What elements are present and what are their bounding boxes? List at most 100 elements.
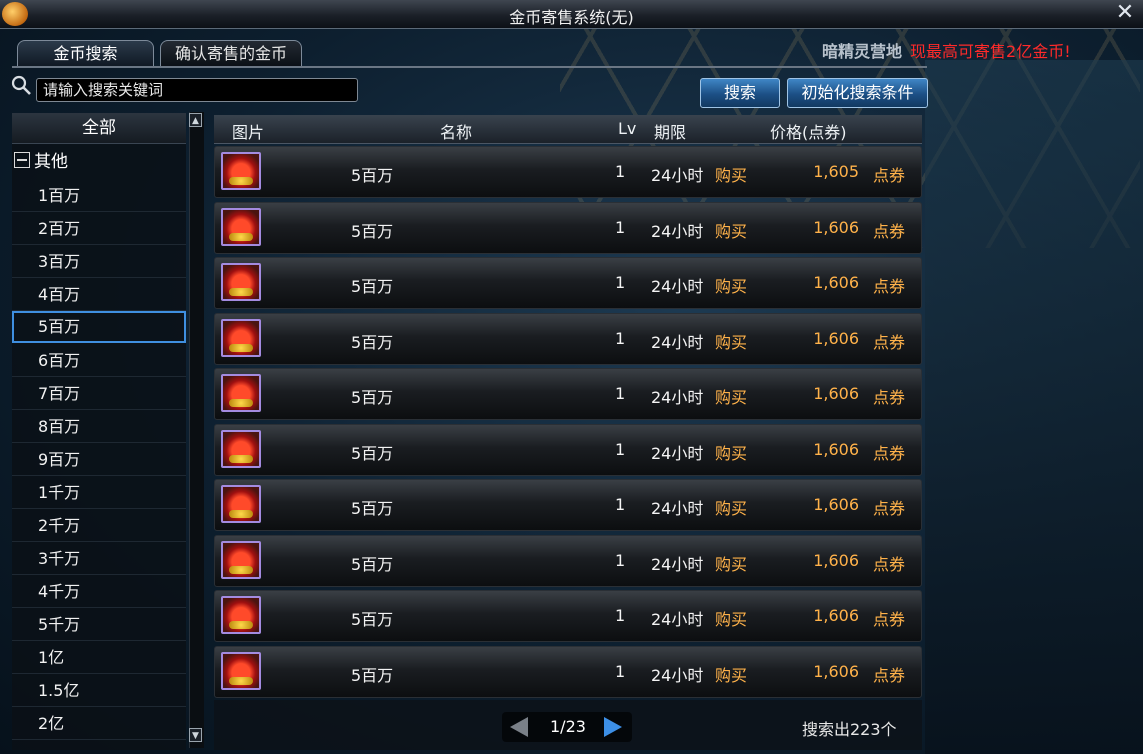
item-price: 1,606 [813, 440, 859, 459]
tab-gold-search[interactable]: 金币搜索 [17, 40, 154, 67]
item-name: 5百万 [351, 610, 394, 629]
location-name: 暗精灵营地 [822, 42, 903, 61]
item-level: 1 [615, 662, 626, 681]
buy-button[interactable]: 购买 [715, 440, 747, 464]
results-table-header: 图片 名称 Lv 期限 价格(点券) [214, 115, 922, 144]
item-price: 1,606 [813, 329, 859, 348]
tab-divider [12, 66, 927, 68]
page-indicator: 1/23 [550, 717, 586, 736]
item-level: 1 [615, 273, 626, 292]
title-bar: 金币寄售系统(无) ✕ [0, 0, 1143, 29]
table-row[interactable]: 5百万 1 24小时 购买 1,605 点券 [214, 146, 922, 198]
category-item-10m[interactable]: 1千万 [12, 477, 186, 509]
category-item-40m[interactable]: 4千万 [12, 576, 186, 608]
item-price: 1,606 [813, 218, 859, 237]
header-lv: Lv [618, 119, 637, 138]
item-price: 1,606 [813, 495, 859, 514]
category-group-other[interactable]: 其他 [14, 148, 68, 176]
buy-button[interactable]: 购买 [715, 218, 747, 242]
gold-pouch-icon [221, 596, 261, 634]
item-level: 1 [615, 440, 626, 459]
category-item-9m[interactable]: 9百万 [12, 444, 186, 476]
price-unit: 点券 [872, 222, 905, 241]
price-unit: 点券 [872, 444, 905, 463]
table-row[interactable]: 5百万 1 24小时 购买 1,606 点券 [214, 257, 922, 309]
item-name: 5百万 [351, 666, 394, 685]
buy-button[interactable]: 购买 [715, 606, 747, 630]
gold-pouch-icon [221, 652, 261, 690]
table-row[interactable]: 5百万 1 24小时 购买 1,606 点券 [214, 646, 922, 698]
item-level: 1 [615, 218, 626, 237]
right-arrow-icon[interactable] [604, 717, 622, 737]
price-unit: 点券 [872, 277, 905, 296]
buy-button[interactable]: 购买 [715, 662, 747, 686]
gold-pouch-icon [221, 263, 261, 301]
item-name: 5百万 [351, 222, 394, 241]
item-price: 1,606 [813, 384, 859, 403]
gold-pouch-icon [221, 319, 261, 357]
item-price: 1,606 [813, 662, 859, 681]
buy-button[interactable]: 购买 [715, 162, 747, 186]
item-price: 1,606 [813, 606, 859, 625]
gold-pouch-icon [221, 374, 261, 412]
buy-button[interactable]: 购买 [715, 273, 747, 297]
category-item-5m[interactable]: 5百万 [12, 311, 186, 343]
category-item-30m[interactable]: 3千万 [12, 543, 186, 575]
item-duration: 24小时 [651, 666, 704, 685]
header-image: 图片 [232, 123, 265, 142]
category-item-150m[interactable]: 1.5亿 [12, 675, 186, 707]
item-duration: 24小时 [651, 222, 704, 241]
item-duration: 24小时 [651, 388, 704, 407]
table-row[interactable]: 5百万 1 24小时 购买 1,606 点券 [214, 479, 922, 531]
category-item-2m[interactable]: 2百万 [12, 213, 186, 245]
category-item-7m[interactable]: 7百万 [12, 378, 186, 410]
category-item-100m[interactable]: 1亿 [12, 642, 186, 674]
category-item-50m[interactable]: 5千万 [12, 609, 186, 641]
item-level: 1 [615, 551, 626, 570]
category-all[interactable]: 全部 [12, 113, 186, 144]
header-name: 名称 [440, 123, 473, 142]
gold-pouch-icon [221, 152, 261, 190]
price-unit: 点券 [872, 555, 905, 574]
item-level: 1 [615, 606, 626, 625]
search-button[interactable]: 搜索 [700, 78, 780, 108]
category-item-200m[interactable]: 2亿 [12, 708, 186, 740]
result-count: 搜索出223个 [802, 720, 897, 739]
reset-search-button[interactable]: 初始化搜索条件 [787, 78, 928, 108]
category-item-1m[interactable]: 1百万 [12, 180, 186, 212]
item-duration: 24小时 [651, 499, 704, 518]
table-row[interactable]: 5百万 1 24小时 购买 1,606 点券 [214, 202, 922, 254]
left-arrow-icon[interactable] [510, 717, 528, 737]
table-row[interactable]: 5百万 1 24小时 购买 1,606 点券 [214, 535, 922, 587]
item-duration: 24小时 [651, 610, 704, 629]
item-name: 5百万 [351, 333, 394, 352]
buy-button[interactable]: 购买 [715, 384, 747, 408]
buy-button[interactable]: 购买 [715, 495, 747, 519]
item-duration: 24小时 [651, 444, 704, 463]
buy-button[interactable]: 购买 [715, 551, 747, 575]
item-level: 1 [615, 384, 626, 403]
item-level: 1 [615, 162, 626, 181]
item-duration: 24小时 [651, 333, 704, 352]
category-scrollbar[interactable] [189, 112, 204, 748]
scroll-down-icon[interactable]: ▼ [189, 728, 202, 742]
table-row[interactable]: 5百万 1 24小时 购买 1,606 点券 [214, 313, 922, 365]
scroll-up-icon[interactable]: ▲ [189, 113, 202, 127]
category-item-20m[interactable]: 2千万 [12, 510, 186, 542]
category-item-3m[interactable]: 3百万 [12, 246, 186, 278]
table-row[interactable]: 5百万 1 24小时 购买 1,606 点券 [214, 590, 922, 642]
category-item-8m[interactable]: 8百万 [12, 411, 186, 443]
category-item-4m[interactable]: 4百万 [12, 279, 186, 311]
promo-banner: 暗精灵营地 现最高可寄售2亿金币! [822, 38, 1071, 62]
collapse-icon[interactable] [14, 152, 30, 168]
gold-pouch-icon [221, 541, 261, 579]
close-button[interactable]: ✕ [1113, 2, 1137, 26]
item-name: 5百万 [351, 277, 394, 296]
buy-button[interactable]: 购买 [715, 329, 747, 353]
table-row[interactable]: 5百万 1 24小时 购买 1,606 点券 [214, 368, 922, 420]
gold-pouch-icon [221, 208, 261, 246]
search-input[interactable] [36, 78, 358, 102]
tab-confirmed-consignment[interactable]: 确认寄售的金币 [160, 40, 302, 67]
table-row[interactable]: 5百万 1 24小时 购买 1,606 点券 [214, 424, 922, 476]
category-item-6m[interactable]: 6百万 [12, 345, 186, 377]
